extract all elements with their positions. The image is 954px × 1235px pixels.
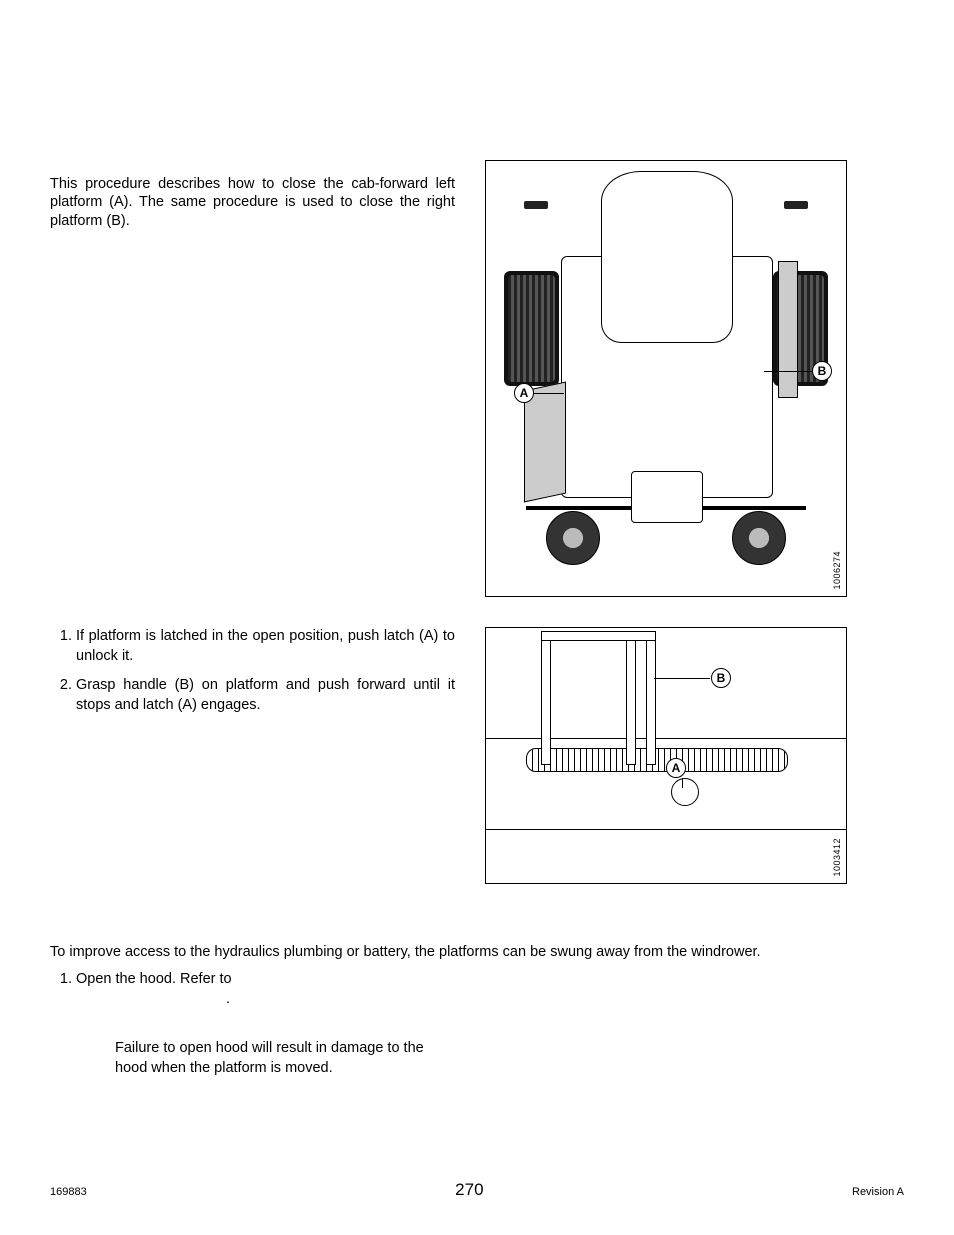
lower-step-1: Open the hood. Refer to . — [76, 970, 904, 1009]
rail-3-graphic — [646, 633, 656, 765]
page-footer: 169883 270 Revision A — [50, 1180, 904, 1200]
footer-doc-number: 169883 — [50, 1186, 87, 1198]
rear-right-wheel-graphic — [732, 511, 786, 565]
lower-step-1-prefix: Open the hood. Refer to — [76, 971, 232, 987]
rear-left-wheel-graphic — [546, 511, 600, 565]
hitch-graphic — [631, 471, 703, 523]
manual-page: This procedure describes how to close th… — [0, 0, 954, 1235]
rail-top-graphic — [541, 631, 656, 641]
important-note: Failure to open hood will result in dama… — [115, 1039, 455, 1078]
lower-intro-paragraph: To improve access to the hydraulics plum… — [50, 944, 904, 960]
left-tire-graphic — [504, 271, 559, 386]
footer-revision: Revision A — [852, 1186, 904, 1198]
callout-b-fig2: B — [711, 668, 731, 688]
lower-procedure-list: Open the hood. Refer to . — [50, 970, 904, 1009]
tread-graphic — [526, 748, 788, 772]
step-1: If platform is latched in the open posit… — [76, 627, 455, 666]
callout-a-fig2: A — [666, 758, 686, 778]
right-mirror-graphic — [784, 201, 808, 209]
procedure-steps: If platform is latched in the open posit… — [50, 627, 455, 725]
steps-block: If platform is latched in the open posit… — [50, 627, 904, 884]
step-2: Grasp handle (B) on platform and push fo… — [76, 676, 455, 715]
right-rail-graphic — [778, 261, 798, 398]
lower-step-1-suffix: . — [226, 991, 230, 1007]
leader-a-fig2 — [682, 778, 683, 788]
figure-platform-latch-detail: B A 1003412 — [485, 627, 847, 884]
intro-block: This procedure describes how to close th… — [50, 160, 904, 597]
procedure-list: If platform is latched in the open posit… — [50, 627, 455, 715]
latch-graphic — [671, 778, 699, 806]
figure1-id: 1006274 — [832, 551, 842, 590]
cab-graphic — [601, 171, 733, 343]
leader-b-fig1 — [764, 371, 812, 372]
callout-a-fig1: A — [514, 383, 534, 403]
lower-section: To improve access to the hydraulics plum… — [50, 944, 904, 1078]
left-mirror-graphic — [524, 201, 548, 209]
figure-platforms-top-view: A B 1006274 — [485, 160, 847, 597]
leader-b-fig2 — [654, 678, 710, 679]
rail-1-graphic — [541, 633, 551, 765]
callout-b-fig1: B — [812, 361, 832, 381]
footer-page-number: 270 — [455, 1180, 483, 1200]
leader-a-fig1 — [534, 393, 564, 394]
rail-2-graphic — [626, 633, 636, 765]
intro-paragraph: This procedure describes how to close th… — [50, 175, 455, 232]
figure2-id: 1003412 — [832, 838, 842, 877]
